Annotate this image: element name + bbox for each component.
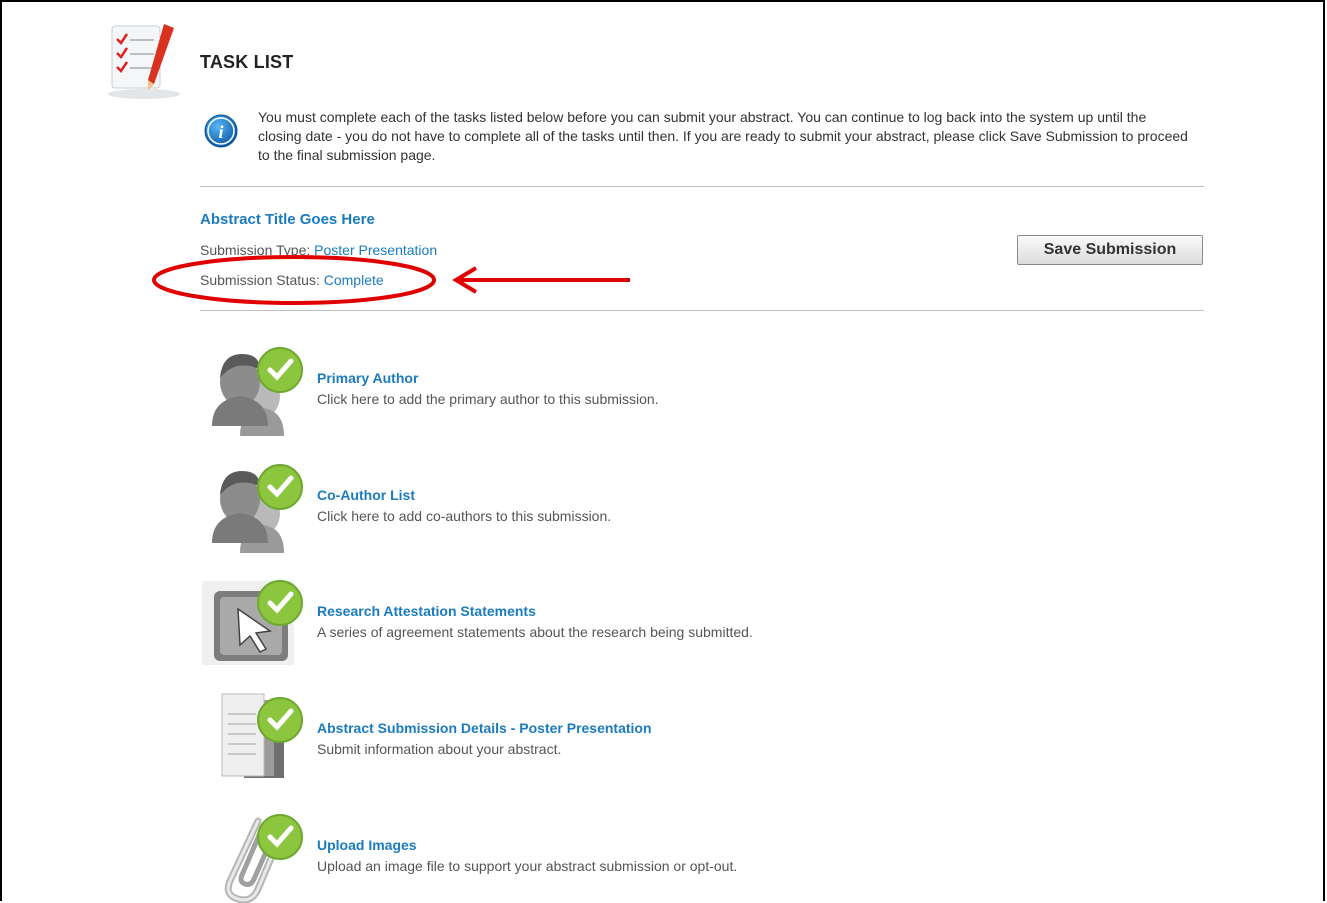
submission-type: Submission Type: Poster Presentation [200, 242, 437, 258]
task-title[interactable]: Co-Author List [317, 487, 415, 503]
submission-status-label: Submission Status: [200, 272, 320, 288]
task-description: Upload an image file to support your abs… [317, 858, 738, 874]
task-abstract-details[interactable]: Abstract Submission Details - Poster Pre… [200, 686, 1100, 786]
task-co-author-list[interactable]: Co-Author List Click here to add co-auth… [200, 453, 1100, 553]
info-message: You must complete each of the tasks list… [258, 109, 1188, 163]
person-check-icon [212, 347, 303, 436]
page-title: TASK LIST [200, 52, 294, 72]
task-description: Click here to add the primary author to … [317, 391, 659, 407]
cursor-check-icon [202, 580, 303, 665]
checklist-icon [108, 24, 180, 99]
submission-type-label: Submission Type: [200, 242, 311, 258]
task-description: A series of agreement statements about t… [317, 624, 753, 640]
divider [200, 310, 1204, 311]
submission-status: Submission Status: Complete [200, 272, 384, 288]
task-title[interactable]: Primary Author [317, 370, 418, 386]
paperclip-check-icon [224, 814, 303, 903]
task-upload-images[interactable]: Upload Images Upload an image file to su… [200, 803, 1100, 903]
save-submission-button[interactable]: Save Submission [1017, 235, 1203, 265]
submission-type-value: Poster Presentation [314, 242, 438, 258]
task-research-attestation[interactable]: Research Attestation Statements A series… [200, 569, 1100, 669]
person-check-icon [212, 464, 303, 553]
divider [200, 186, 1204, 187]
info-icon: i [204, 114, 238, 148]
svg-text:i: i [218, 122, 223, 142]
document-check-icon [221, 693, 303, 778]
task-description: Click here to add co-authors to this sub… [317, 508, 612, 524]
task-primary-author[interactable]: Primary Author Click here to add the pri… [200, 336, 1100, 436]
task-title[interactable]: Research Attestation Statements [317, 603, 536, 619]
abstract-title: Abstract Title Goes Here [200, 211, 375, 228]
submission-status-value: Complete [323, 272, 384, 288]
task-title[interactable]: Upload Images [317, 837, 417, 853]
task-description: Submit information about your abstract. [317, 741, 562, 757]
task-title[interactable]: Abstract Submission Details - Poster Pre… [317, 720, 652, 736]
